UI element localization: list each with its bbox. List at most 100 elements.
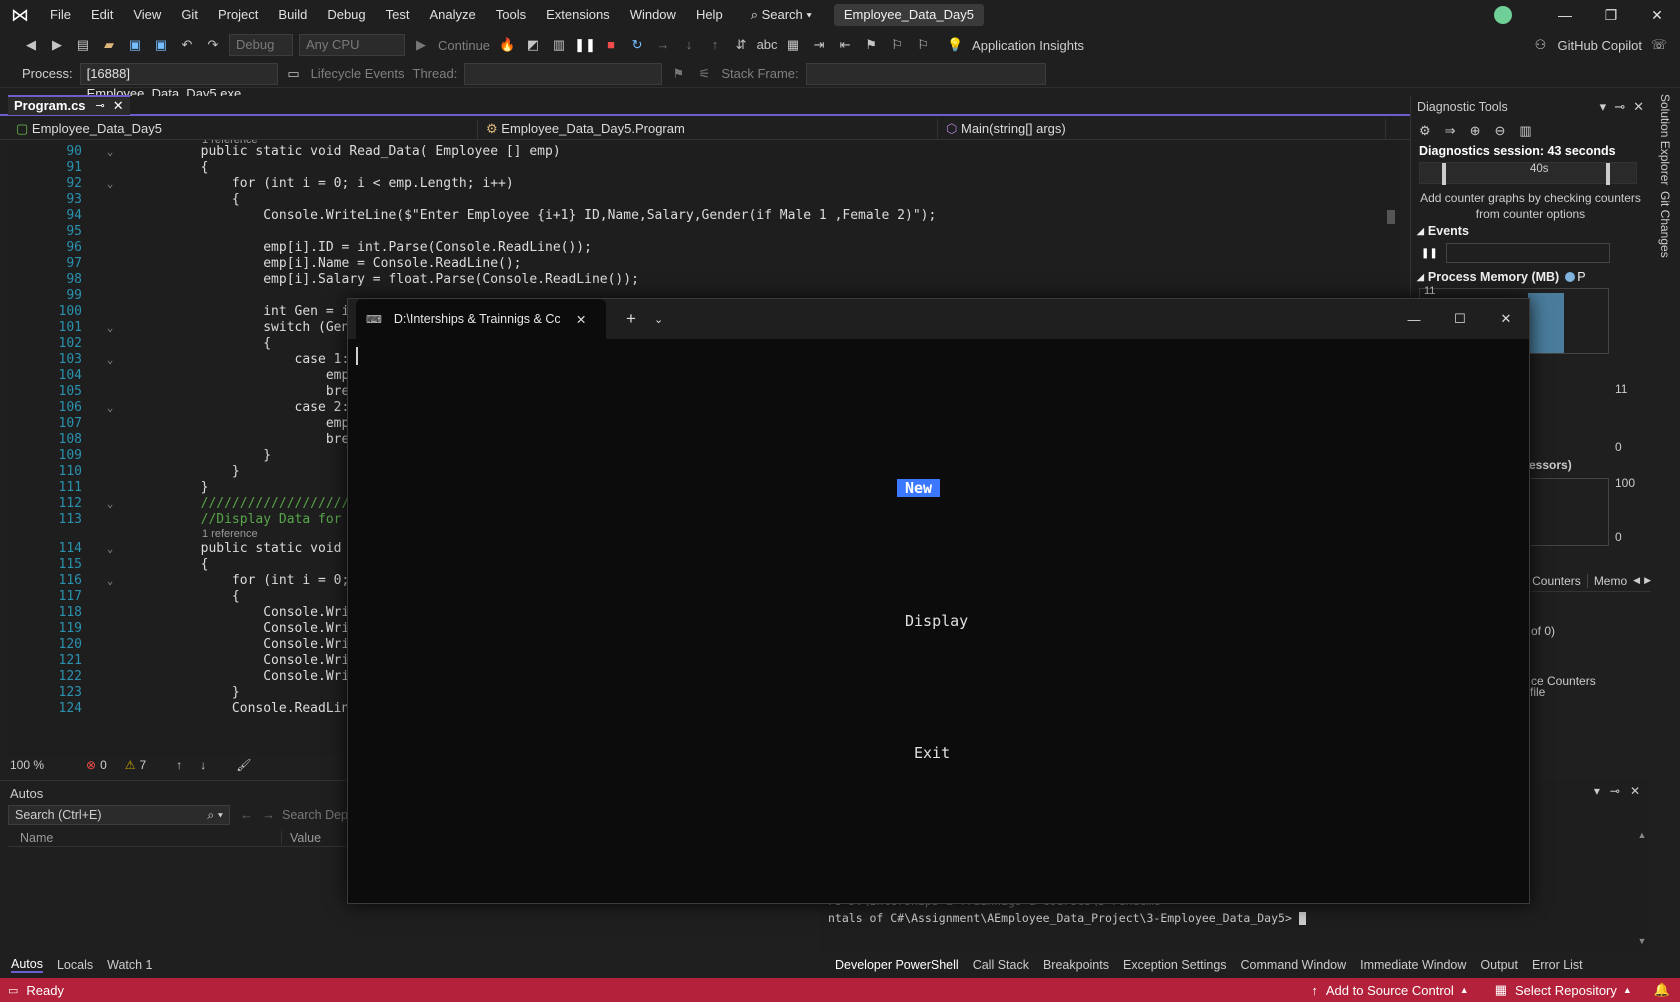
menu-extensions[interactable]: Extensions xyxy=(536,0,620,30)
platform-dropdown[interactable]: Any CPU xyxy=(299,34,405,56)
code-line[interactable]: 91 { xyxy=(8,159,1400,176)
save-all-icon[interactable]: ▣ xyxy=(150,34,172,56)
menu-edit[interactable]: Edit xyxy=(81,0,123,30)
tab-prev-icon[interactable]: ◀ xyxy=(1633,575,1640,586)
code-line[interactable]: 95 xyxy=(8,223,1400,240)
scroll-thumb[interactable] xyxy=(1387,210,1395,224)
tab-exception-settings[interactable]: Exception Settings xyxy=(1123,958,1227,972)
save-icon[interactable]: ▣ xyxy=(124,34,146,56)
forward-arrow-icon[interactable]: → xyxy=(262,807,275,822)
dropdown-icon[interactable]: ▾ xyxy=(1600,99,1607,115)
term-close-button[interactable]: ✕ xyxy=(1483,311,1529,327)
step-out-icon[interactable]: ↑ xyxy=(704,34,726,56)
code-line[interactable]: 94 Console.WriteLine($"Enter Employee {i… xyxy=(8,207,1400,224)
fold-icon[interactable]: ⌄ xyxy=(82,540,138,557)
lightbulb-icon[interactable]: 💡 xyxy=(944,34,966,56)
threads-icon[interactable]: ⚟ xyxy=(693,63,715,85)
prev-issue-icon[interactable]: ↑ xyxy=(176,758,182,772)
stack-frame-dropdown[interactable] xyxy=(805,62,1046,85)
tab-breakpoints[interactable]: Breakpoints xyxy=(1043,958,1109,972)
menu-analyze[interactable]: Analyze xyxy=(419,0,485,30)
minimize-button[interactable]: — xyxy=(1542,0,1588,30)
member-dropdown[interactable]: ⬡ Main(string[] args) xyxy=(938,118,1386,139)
tab-developer-powershell[interactable]: Developer PowerShell xyxy=(835,958,959,972)
output-scrollbar[interactable]: ▲ ▼ xyxy=(1636,830,1648,950)
project-dropdown[interactable]: ▢ Employee_Data_Day5 xyxy=(8,118,478,139)
col-value[interactable]: Value xyxy=(282,831,321,845)
pin-icon[interactable]: ⊸ xyxy=(1614,99,1625,115)
back-icon[interactable]: ◀ xyxy=(20,34,42,56)
term-maximize-button[interactable]: ☐ xyxy=(1437,311,1483,327)
undo-icon[interactable]: ↶ xyxy=(176,34,198,56)
continue-button[interactable]: Continue xyxy=(438,38,490,53)
class-dropdown[interactable]: ⚙ Employee_Data_Day5.Program xyxy=(478,118,938,139)
stop-icon[interactable]: ■ xyxy=(600,34,622,56)
next-issue-icon[interactable]: ↓ xyxy=(200,758,206,772)
back-arrow-icon[interactable]: ← xyxy=(240,807,253,822)
code-line[interactable]: 98 emp[i].Salary = float.Parse(Console.R… xyxy=(8,271,1400,288)
terminal-window[interactable]: ⌨ D:\Interships & Trainnigs & Cc ✕ + ⌄ —… xyxy=(347,298,1530,904)
menu-debug[interactable]: Debug xyxy=(317,0,375,30)
error-count[interactable]: 0 xyxy=(100,758,107,772)
tab-watch-1[interactable]: Watch 1 xyxy=(107,958,152,972)
warning-count[interactable]: 7 xyxy=(140,758,147,772)
tab-autos[interactable]: Autos xyxy=(11,957,43,973)
restart-icon[interactable]: ↻ xyxy=(626,34,648,56)
redo-icon[interactable]: ↷ xyxy=(202,34,224,56)
tab-next-icon[interactable]: ▶ xyxy=(1644,575,1651,586)
vs-logo-icon[interactable]: ⋈ xyxy=(0,5,40,26)
settings-icon[interactable]: ⚙ xyxy=(1419,123,1431,139)
application-insights-button[interactable]: Application Insights xyxy=(972,38,1084,53)
bookmark-prev-icon[interactable]: ⚐ xyxy=(886,34,908,56)
maximize-button[interactable]: ❐ xyxy=(1588,0,1634,30)
pause-events-icon[interactable]: ❚❚ xyxy=(1421,248,1438,259)
copilot-icon[interactable]: ⚇ xyxy=(1529,34,1551,56)
close-tab-icon[interactable]: ✕ xyxy=(576,312,586,327)
code-line[interactable]: 96 emp[i].ID = int.Parse(Console.ReadLin… xyxy=(8,239,1400,256)
menu-view[interactable]: View xyxy=(123,0,171,30)
menu-window[interactable]: Window xyxy=(620,0,686,30)
tab-output[interactable]: Output xyxy=(1480,958,1518,972)
account-avatar[interactable] xyxy=(1494,6,1512,24)
fold-icon[interactable]: ⌄ xyxy=(82,495,138,512)
tab-locals[interactable]: Locals xyxy=(57,958,93,972)
chart-icon[interactable]: ▥ xyxy=(1519,123,1531,139)
menu-option-new[interactable]: New xyxy=(897,479,941,497)
close-icon[interactable]: ✕ xyxy=(1633,99,1644,115)
tab-immediate-window[interactable]: Immediate Window xyxy=(1360,958,1466,972)
close-icon[interactable]: ✕ xyxy=(1630,784,1640,798)
step-over-icon[interactable]: ↓ xyxy=(678,34,700,56)
fold-icon[interactable]: ⌄ xyxy=(82,351,138,368)
tab-counters[interactable]: Counters xyxy=(1526,574,1587,588)
tab-error-list[interactable]: Error List xyxy=(1532,958,1583,972)
outdent-icon[interactable]: ⇤ xyxy=(834,34,856,56)
zoom-dropdown[interactable]: 100 % xyxy=(10,758,44,772)
events-track[interactable] xyxy=(1445,243,1610,263)
search-icon[interactable]: ⌕ ▾ xyxy=(207,808,223,823)
pin-icon[interactable]: ⊸ xyxy=(1610,784,1620,798)
step-into-icon[interactable]: → xyxy=(652,34,674,56)
camera-icon[interactable]: ◩ xyxy=(522,34,544,56)
process-dropdown[interactable]: [16888] Employee_Data_Day5.exe xyxy=(79,62,278,101)
menu-option-display[interactable]: Display xyxy=(905,612,968,630)
open-folder-icon[interactable]: ▰ xyxy=(98,34,120,56)
notification-icon[interactable]: 🔔 xyxy=(1654,982,1670,998)
comment-icon[interactable]: ▦ xyxy=(782,34,804,56)
tab-call-stack[interactable]: Call Stack xyxy=(973,958,1029,972)
menu-file[interactable]: File xyxy=(40,0,81,30)
collapse-memory-icon[interactable]: ◢ xyxy=(1417,272,1424,283)
cleanup-icon[interactable]: 🖌 xyxy=(236,758,251,772)
menu-help[interactable]: Help xyxy=(686,0,733,30)
select-repository[interactable]: Select Repository xyxy=(1515,983,1617,998)
indent-icon[interactable]: ⇥ xyxy=(808,34,830,56)
flag-icon[interactable]: ⚑ xyxy=(667,63,689,85)
autos-search-box[interactable]: Search (Ctrl+E) ⌕ ▾ xyxy=(8,805,230,825)
forward-icon[interactable]: ▶ xyxy=(46,34,68,56)
continue-icon[interactable]: ▶ xyxy=(410,34,432,56)
code-line[interactable]: 97 emp[i].Name = Console.ReadLine(); xyxy=(8,255,1400,272)
code-line[interactable]: 90 ⌄ public static void Read_Data( Employ… xyxy=(8,143,1400,160)
menu-git[interactable]: Git xyxy=(171,0,208,30)
tab-program-cs[interactable]: Program.cs ⊸ ✕ xyxy=(8,95,130,115)
bookmark-next-icon[interactable]: ⚐ xyxy=(912,34,934,56)
menu-build[interactable]: Build xyxy=(268,0,317,30)
